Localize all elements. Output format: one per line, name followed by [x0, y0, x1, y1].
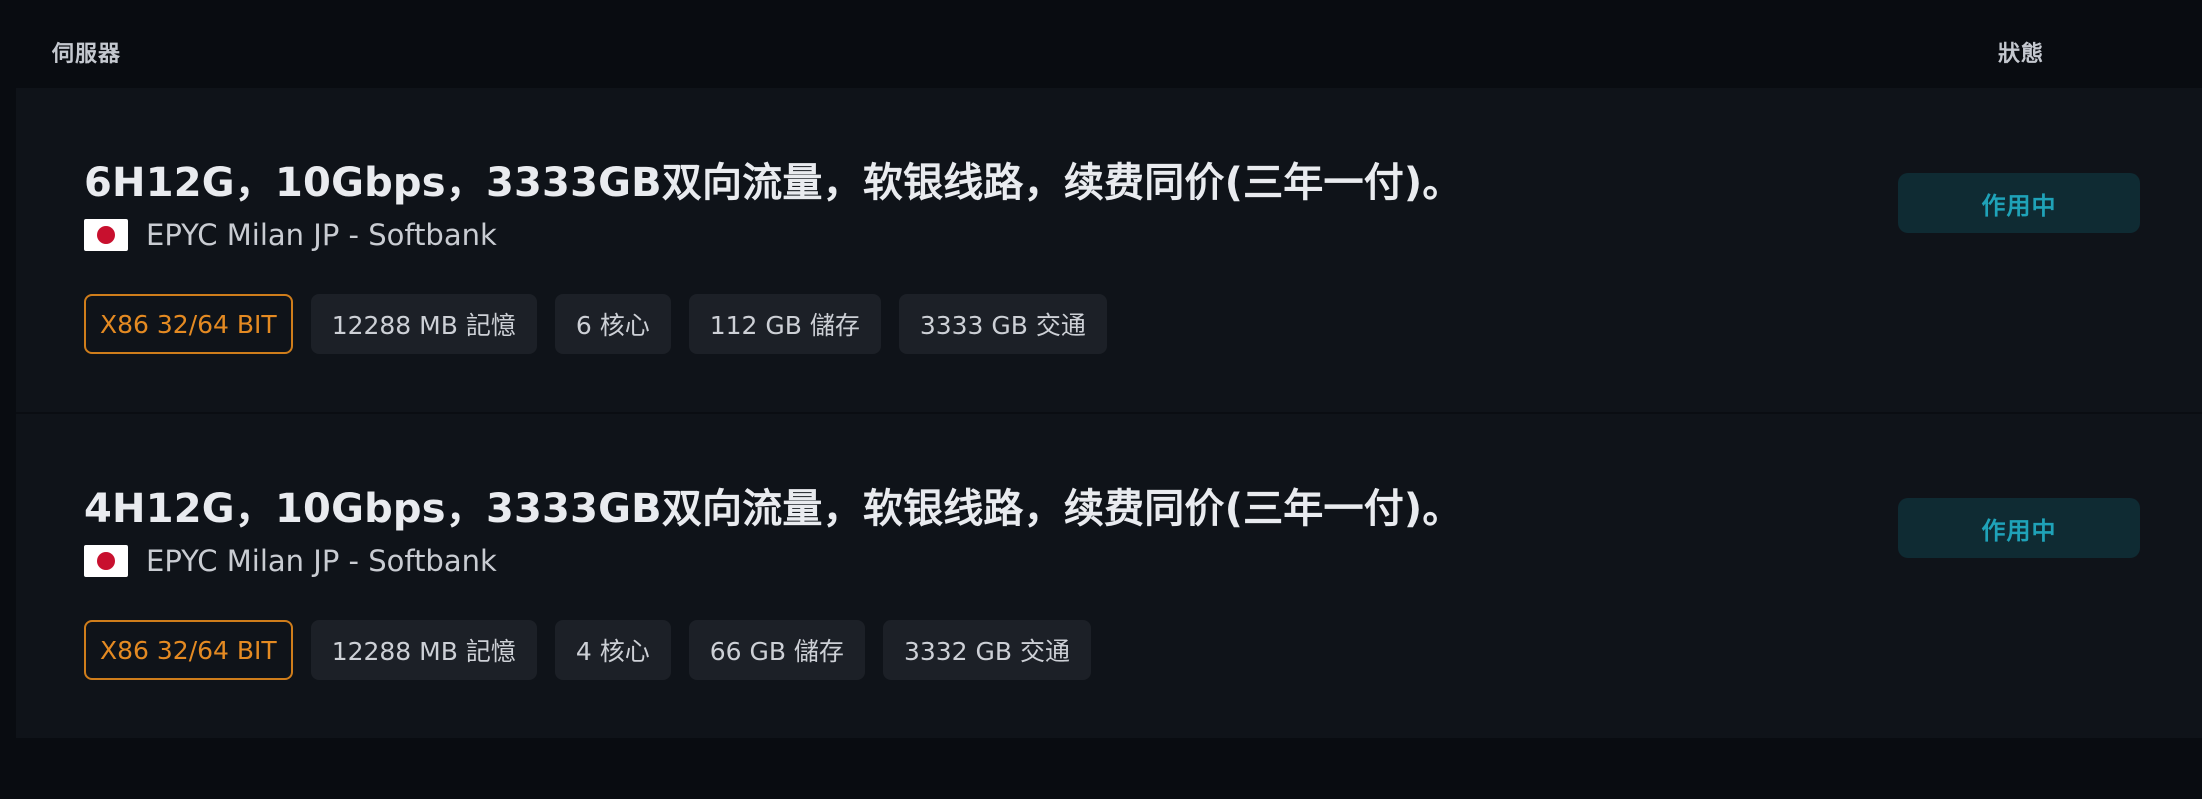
cores-badge: 4 核心 [554, 620, 671, 680]
server-specs: X86 32/64 BIT 12288 MB 記憶 4 核心 66 GB 儲存 … [84, 620, 1091, 680]
server-location: EPYC Milan JP - Softbank [84, 218, 497, 252]
server-specs: X86 32/64 BIT 12288 MB 記憶 6 核心 112 GB 儲存… [84, 294, 1107, 354]
japan-flag-icon [84, 545, 128, 577]
cores-badge: 6 核心 [554, 294, 671, 354]
storage-badge: 112 GB 儲存 [688, 294, 881, 354]
server-title: 4H12G，10Gbps，3333GB双向流量，软银线路，续费同价(三年一付)。 [84, 486, 1463, 532]
japan-flag-icon [84, 219, 128, 251]
memory-badge: 12288 MB 記憶 [310, 294, 537, 354]
architecture-badge: X86 32/64 BIT [84, 294, 293, 354]
status-column-header: 狀態 [1998, 42, 2045, 67]
server-location-text: EPYC Milan JP - Softbank [146, 544, 497, 578]
status-badge: 作用中 [1898, 173, 2140, 233]
status-badge: 作用中 [1898, 498, 2140, 558]
server-card[interactable]: 6H12G，10Gbps，3333GB双向流量，软银线路，续费同价(三年一付)。… [16, 88, 2202, 414]
server-title: 6H12G，10Gbps，3333GB双向流量，软银线路，续费同价(三年一付)。 [84, 160, 1463, 206]
traffic-badge: 3332 GB 交通 [882, 620, 1091, 680]
server-list: 6H12G，10Gbps，3333GB双向流量，软银线路，续费同价(三年一付)。… [16, 88, 2202, 738]
memory-badge: 12288 MB 記憶 [310, 620, 537, 680]
traffic-badge: 3333 GB 交通 [898, 294, 1107, 354]
server-location: EPYC Milan JP - Softbank [84, 544, 497, 578]
server-card[interactable]: 4H12G，10Gbps，3333GB双向流量，软银线路，续费同价(三年一付)。… [16, 414, 2202, 738]
server-column-header: 伺服器 [52, 42, 122, 67]
table-header: 伺服器 狀態 [0, 0, 2202, 88]
server-list-page: 伺服器 狀態 6H12G，10Gbps，3333GB双向流量，软银线路，续费同价… [0, 0, 2202, 799]
storage-badge: 66 GB 儲存 [688, 620, 865, 680]
architecture-badge: X86 32/64 BIT [84, 620, 293, 680]
server-location-text: EPYC Milan JP - Softbank [146, 218, 497, 252]
